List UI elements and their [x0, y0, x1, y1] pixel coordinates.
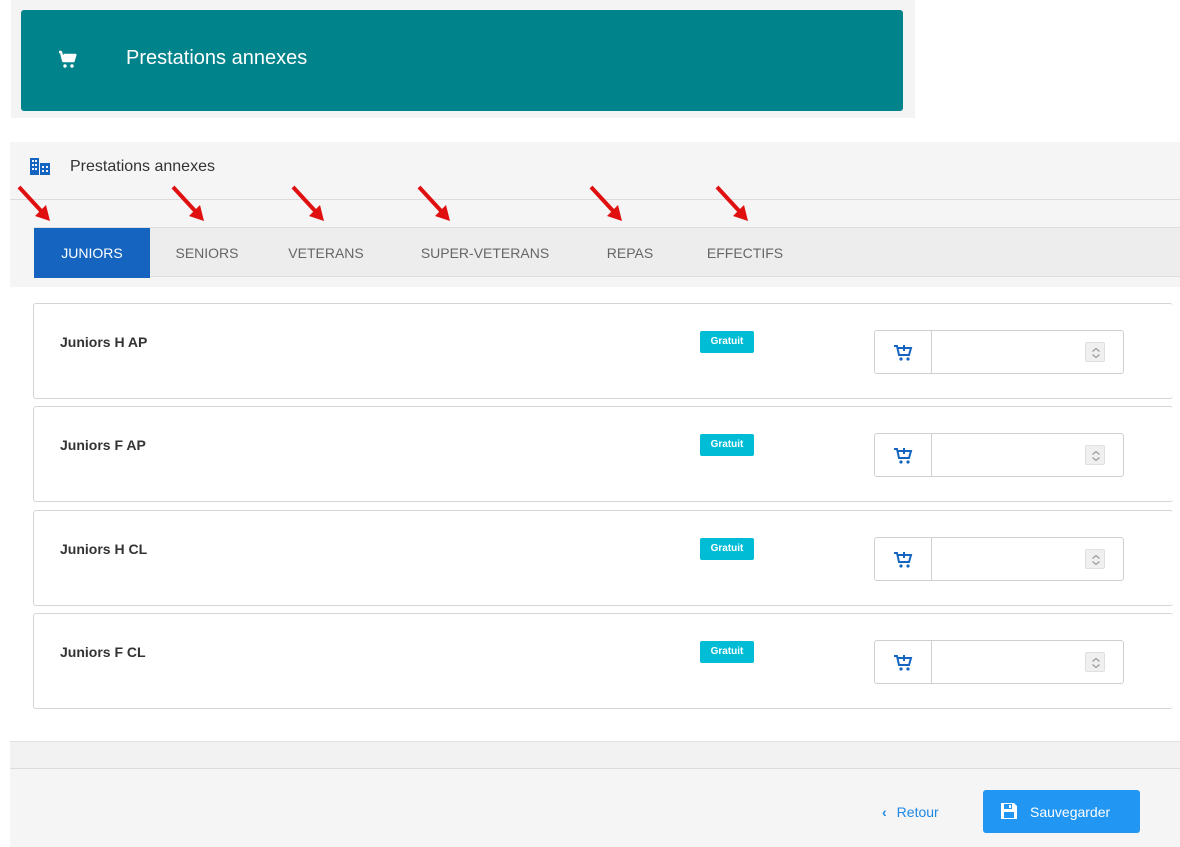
spinner-icon[interactable]	[1085, 549, 1105, 569]
add-to-cart-icon	[875, 331, 932, 373]
price-badge: Gratuit	[700, 434, 754, 456]
tab-bar: JUNIORS SENIORS VETERANS SUPER-VETERANS …	[34, 227, 1180, 278]
quantity-stepper	[874, 640, 1124, 684]
annotation-arrow-icon	[715, 185, 748, 221]
footer-divider	[10, 741, 1180, 769]
tab-effectifs[interactable]: EFFECTIFS	[690, 228, 800, 278]
save-button[interactable]: Sauvegarder	[983, 790, 1140, 833]
quantity-input[interactable]	[933, 641, 1083, 683]
building-icon	[30, 157, 50, 175]
item-name: Juniors H AP	[60, 334, 148, 350]
tab-veterans[interactable]: VETERANS	[270, 228, 382, 278]
list-item: Juniors H CL Gratuit	[33, 510, 1173, 606]
spinner-icon[interactable]	[1085, 652, 1105, 672]
spinner-icon[interactable]	[1085, 342, 1105, 362]
quantity-stepper	[874, 537, 1124, 581]
quantity-input[interactable]	[933, 538, 1083, 580]
panel-title: Prestations annexes	[70, 158, 215, 175]
list-item: Juniors F AP Gratuit	[33, 406, 1173, 502]
annotation-arrow-icon	[171, 185, 204, 221]
form-footer: ‹ Retour Sauvegarder	[10, 769, 1180, 847]
tab-seniors[interactable]: SENIORS	[160, 228, 254, 278]
add-to-cart-icon	[875, 641, 932, 683]
tab-repas[interactable]: REPAS	[590, 228, 670, 278]
price-badge: Gratuit	[700, 641, 754, 663]
back-link[interactable]: ‹ Retour	[882, 804, 939, 820]
floppy-disk-icon	[1001, 803, 1017, 819]
annotation-arrow-icon	[291, 185, 324, 221]
tab-juniors[interactable]: JUNIORS	[34, 228, 150, 278]
price-badge: Gratuit	[700, 331, 754, 353]
quantity-input[interactable]	[933, 434, 1083, 476]
save-label: Sauvegarder	[1030, 804, 1111, 820]
quantity-stepper	[874, 433, 1124, 477]
annotation-arrow-icon	[417, 185, 450, 221]
item-name: Juniors F AP	[60, 437, 146, 453]
item-name: Juniors H CL	[60, 541, 148, 557]
list-item: Juniors H AP Gratuit	[33, 303, 1173, 399]
quantity-stepper	[874, 330, 1124, 374]
cart-icon	[56, 48, 80, 72]
item-name: Juniors F CL	[60, 644, 146, 660]
add-to-cart-icon	[875, 538, 932, 580]
tab-super-veterans[interactable]: SUPER-VETERANS	[404, 228, 566, 278]
banner-title: Prestations annexes	[126, 47, 308, 69]
list-item: Juniors F CL Gratuit	[33, 613, 1173, 709]
price-badge: Gratuit	[700, 538, 754, 560]
add-to-cart-icon	[875, 434, 932, 476]
chevron-left-icon: ‹	[882, 804, 887, 820]
back-label: Retour	[896, 804, 939, 820]
annotation-arrow-icon	[17, 185, 50, 221]
annotation-arrow-icon	[589, 185, 622, 221]
items-list: Juniors H AP Gratuit Juniors F AP Gratui…	[10, 287, 1180, 741]
page-banner: Prestations annexes	[21, 10, 903, 111]
spinner-icon[interactable]	[1085, 445, 1105, 465]
quantity-input[interactable]	[933, 331, 1083, 373]
